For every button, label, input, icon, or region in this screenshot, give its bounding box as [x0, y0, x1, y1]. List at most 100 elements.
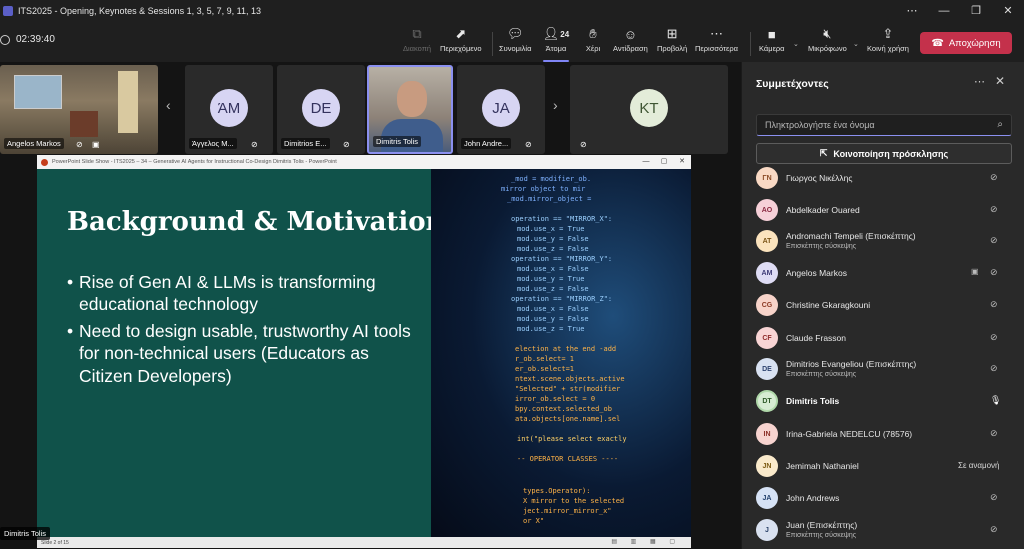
smiley-icon: ☺	[623, 26, 638, 42]
share-button[interactable]: ⇪ Κοινή χρήση	[867, 26, 909, 60]
code-line: _mod = modifier_ob.	[511, 175, 592, 183]
participant-name: John Andrews	[786, 493, 840, 503]
avatar: AO	[756, 199, 778, 221]
code-line: ntext.scene.objects.active	[515, 375, 625, 383]
avatar: AT	[756, 230, 778, 252]
tile-name: Dimitrios E...	[281, 138, 330, 149]
stop-share-button[interactable]: ⧉ Διακοπή	[403, 26, 431, 60]
chat-button[interactable]: 💬︎ Συνομιλία	[499, 26, 531, 60]
people-button[interactable]: 👤︎ 24 Άτομα	[541, 26, 571, 62]
ppt-title-bar: PowerPoint Slide Show - ITS2025 – 34 – G…	[37, 155, 691, 169]
minimize-icon[interactable]: —	[637, 155, 655, 169]
code-line: mirror object to mir	[501, 185, 586, 193]
slide-counter: Slide 2 of 15	[41, 539, 69, 546]
gallery-next-icon[interactable]: ›	[553, 97, 558, 113]
restore-icon[interactable]: ❐	[960, 0, 992, 22]
code-line: mod.use_x = False	[517, 305, 589, 313]
speaker-video-face	[397, 81, 427, 117]
list-item[interactable]: AM Angelos Markos ▣ ⊘	[742, 257, 1024, 289]
slide: Background & Motivation Rise of Gen AI &…	[37, 169, 691, 537]
ppt-window-title: PowerPoint Slide Show - ITS2025 – 34 – G…	[52, 159, 337, 165]
view-button[interactable]: ⊞ Προβολή	[657, 26, 687, 60]
participant-name: Irina-Gabriela NEDELCU (78576)	[786, 429, 913, 439]
list-item[interactable]: AO Abdelkader Ouared ⊘	[742, 194, 1024, 226]
share-invite-button[interactable]: ⇱ Κοινοποίηση πρόσκλησης	[756, 143, 1012, 164]
microphone-button[interactable]: 🔇︎ Μικρόφωνο	[808, 26, 847, 60]
search-icon: ⌕	[997, 119, 1003, 130]
sharer-label: Dimitris Tolis	[0, 527, 50, 540]
code-image: _mod = modifier_ob. mirror object to mir…	[431, 169, 691, 537]
mic-off-icon: ⊘	[990, 267, 998, 277]
more-options-icon[interactable]: ⋯	[896, 0, 928, 22]
code-line: ject.mirror_mirror_x"	[523, 507, 612, 515]
camera-options-chevron-icon[interactable]: ⌄	[793, 40, 799, 48]
slide-bullet: Rise of Gen AI & LLMs is transforming ed…	[67, 271, 419, 316]
list-item[interactable]: IN Irina-Gabriela NEDELCU (78576) ⊘	[742, 418, 1024, 450]
slide-bullets: Rise of Gen AI & LLMs is transforming ed…	[67, 271, 419, 391]
code-line: types.Operator):	[523, 487, 591, 495]
code-line: int("please select exactly	[517, 435, 627, 443]
participant-name: Angelos Markos	[786, 268, 847, 278]
camera-button[interactable]: ■ Κάμερα	[759, 26, 785, 60]
more-options-icon[interactable]: ⋯	[974, 75, 985, 88]
leave-button[interactable]: ☎︎ Αποχώρηση	[920, 32, 1012, 54]
screen-share-icon: ▣	[971, 267, 979, 276]
podium-video	[70, 111, 98, 137]
close-window-icon[interactable]: ✕	[992, 0, 1024, 22]
mic-off-icon: ⊘	[251, 140, 258, 149]
participant-name: Claude Frasson	[786, 333, 847, 343]
list-item[interactable]: AT Andromachi Tempeli (Επισκέπτης) Επισκ…	[742, 225, 1024, 257]
code-line: "Selected" + str(modifier	[515, 385, 621, 393]
meeting-toolbar: 02:39:40 ⧉ Διακοπή ⬈ Περιεχόμενο 💬︎ Συνο…	[0, 22, 1024, 62]
code-line: mod.use_z = False	[517, 285, 589, 293]
mic-options-chevron-icon[interactable]: ⌄	[853, 40, 859, 48]
react-button[interactable]: ☺ Αντίδραση	[613, 26, 648, 60]
raise-hand-button[interactable]: ✋︎ Χέρι	[584, 26, 602, 60]
status-badge: Σε αναμονή	[958, 461, 1000, 470]
list-item[interactable]: DT Dimitris Tolis 🎙︎	[742, 385, 1024, 417]
content-button[interactable]: ⬈ Περιεχόμενο	[440, 26, 482, 60]
avatar-tile[interactable]: DE Dimitrios E... ⊘	[277, 65, 365, 154]
avatar: DT	[756, 390, 778, 412]
avatar: JA	[756, 487, 778, 509]
gallery-prev-icon[interactable]: ‹	[166, 97, 171, 113]
avatar: ΆΜ	[210, 89, 248, 127]
tile-name: Angelos Markos	[4, 138, 64, 149]
powerpoint-icon	[41, 158, 48, 166]
close-icon[interactable]: ✕	[673, 155, 691, 169]
list-item[interactable]: CG Christine Gkaragkouni ⊘	[742, 289, 1024, 321]
list-item[interactable]: DE Dimitrios Evangeliou (Επισκέπτης) Επι…	[742, 353, 1024, 385]
share-icon: ⇱	[819, 148, 828, 158]
mic-off-icon: ⊘	[990, 332, 998, 342]
list-item[interactable]: CF Claude Frasson ⊘	[742, 322, 1024, 354]
avatar-tile[interactable]: JA John Andre... ⊘	[457, 65, 545, 154]
code-line: irror_ob.select = 0	[515, 395, 596, 403]
avatar-tile[interactable]: KT ⊘	[570, 65, 728, 154]
avatar-tile[interactable]: ΆΜ Άγγελος Μ... ⊘	[185, 65, 273, 154]
more-button[interactable]: ⋯ Περισσότερα	[695, 26, 738, 60]
participant-name: Andromachi Tempeli (Επισκέπτης)	[786, 231, 916, 241]
mic-off-icon: ⊘	[990, 492, 998, 502]
participant-name: Γιωργος Νικέλλης	[786, 173, 853, 183]
close-icon[interactable]: ✕	[995, 74, 1005, 88]
list-item[interactable]: JA John Andrews ⊘	[742, 482, 1024, 514]
code-line: operation == "MIRROR_Y":	[511, 255, 613, 263]
code-line: mod.use_z = True	[517, 325, 585, 333]
list-item[interactable]: ΓΝ Γιωργος Νικέλλης ⊘	[742, 162, 1024, 194]
title-bar: ITS2025 - Opening, Keynotes & Sessions 1…	[0, 0, 1024, 22]
more-dots-icon: ⋯	[709, 26, 723, 41]
avatar: JN	[756, 455, 778, 477]
hand-icon: ✋︎	[589, 26, 597, 41]
view-controls-icon[interactable]: ▤ ▥ ▦ ▢	[611, 537, 681, 548]
video-tile[interactable]: Angelos Markos ⊘ ▣	[0, 65, 158, 154]
code-line: mod.use_x = True	[517, 225, 585, 233]
toolbar-divider	[750, 32, 751, 56]
list-item[interactable]: JN Jemimah Nathaniel Σε αναμονή	[742, 450, 1024, 482]
search-input[interactable]	[757, 120, 977, 130]
list-item[interactable]: J Juan (Επισκέπτης) Επισκέπτης σύσκεψης …	[742, 514, 1024, 546]
minimize-icon[interactable]: —	[928, 0, 960, 22]
active-speaker-tile[interactable]: Dimitris Tolis	[367, 65, 453, 154]
participant-name: Dimitris Tolis	[786, 396, 840, 406]
mic-off-icon: ⊘	[343, 140, 350, 149]
restore-icon[interactable]: ▢	[655, 155, 673, 169]
